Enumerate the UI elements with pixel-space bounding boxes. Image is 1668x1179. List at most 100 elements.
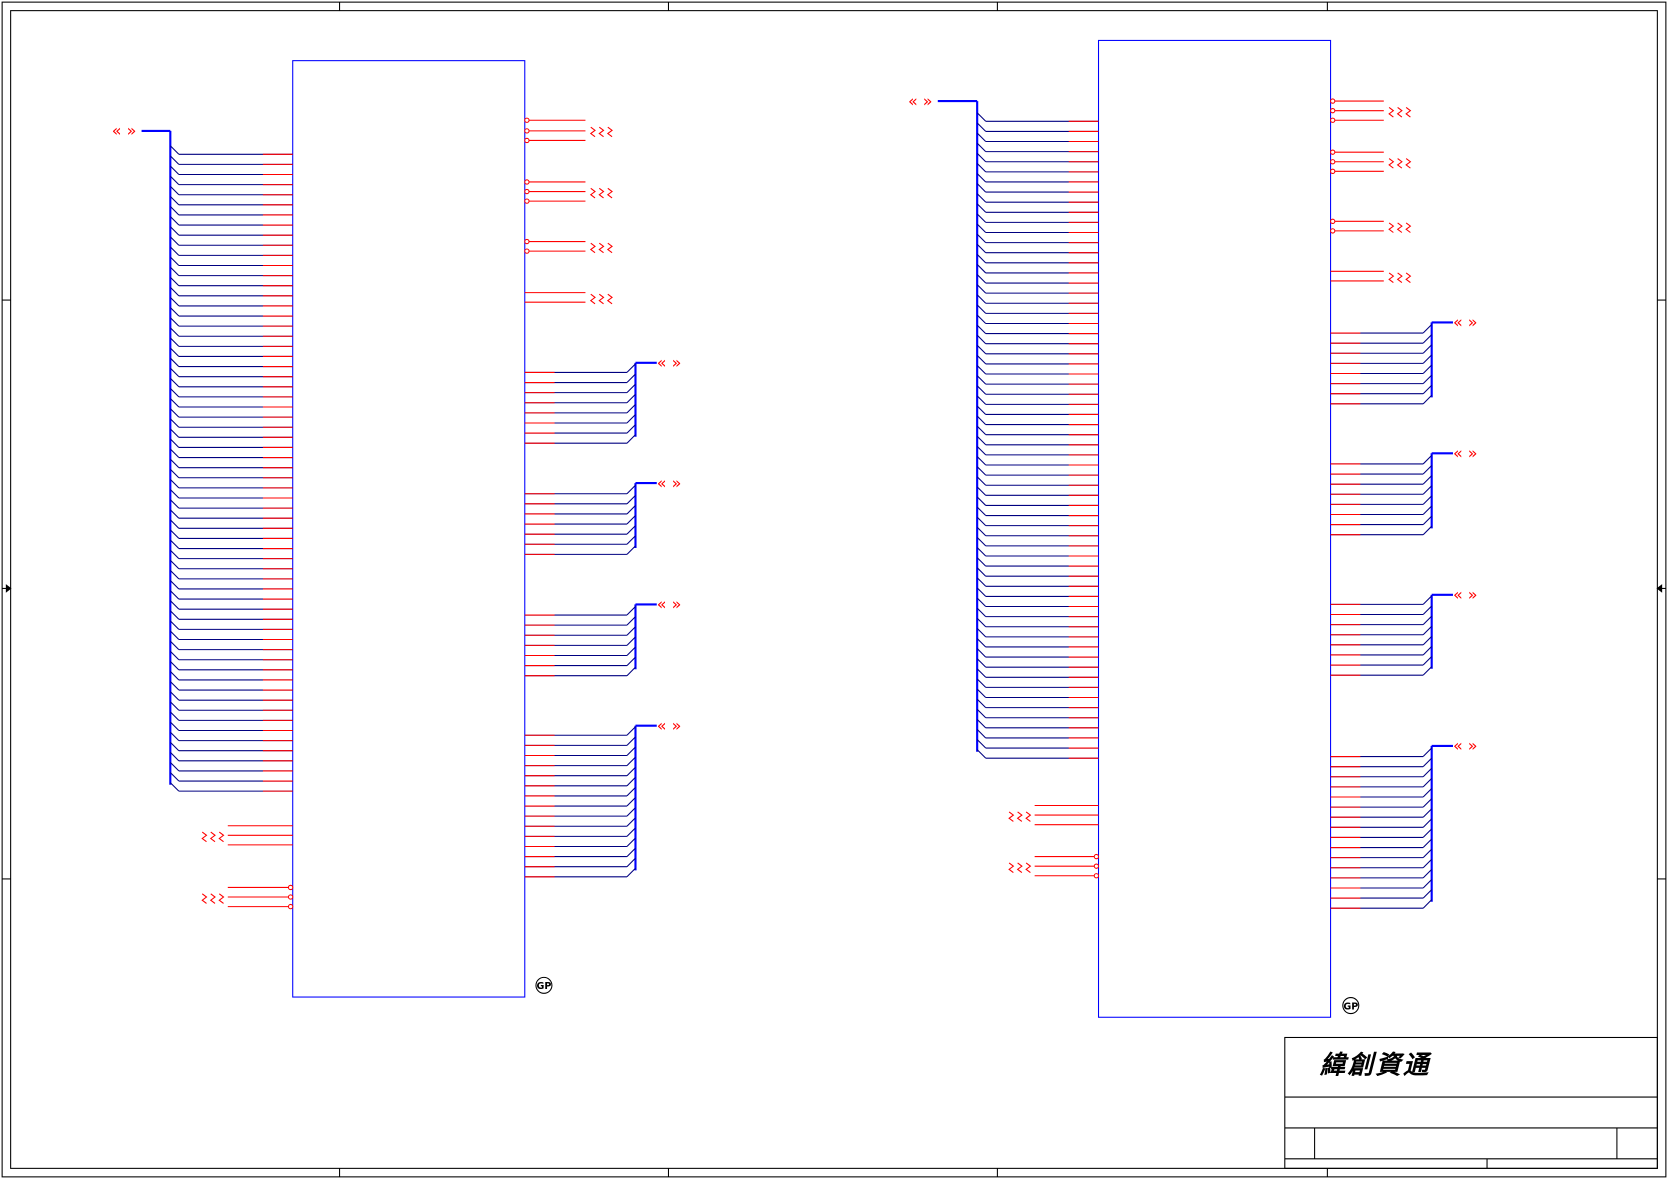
bus-entry	[1422, 808, 1433, 818]
bus-entry	[976, 415, 987, 425]
net-termination	[1008, 862, 1015, 873]
bus-entry	[626, 746, 636, 756]
bus-entry	[976, 314, 987, 324]
bus-entry	[976, 708, 987, 719]
bus-entry	[169, 650, 180, 661]
bus-entry	[976, 355, 987, 365]
bus-entry	[976, 446, 987, 456]
company-name: 緯創資通	[1319, 1051, 1433, 1081]
bus-entry	[976, 122, 987, 132]
bus-entry	[169, 539, 180, 549]
bus-entry	[169, 640, 180, 650]
bus-entry	[1422, 354, 1433, 364]
bus-entry	[976, 253, 987, 264]
bus-entry	[626, 726, 636, 736]
bus-entry	[976, 223, 987, 233]
bus-entry	[976, 193, 987, 203]
pin-bubble	[524, 117, 530, 123]
bus-entry	[626, 434, 636, 444]
bus-entry	[976, 274, 987, 284]
bus-entry	[169, 489, 180, 499]
bus-entry	[1422, 334, 1433, 344]
bus-entry	[1422, 666, 1433, 676]
bus-entry	[976, 486, 987, 496]
bus-entry	[976, 557, 987, 567]
bus-entry	[976, 142, 987, 153]
bus-entry	[169, 337, 180, 347]
pin-bubble	[1093, 873, 1100, 879]
pin-bubble	[524, 188, 530, 195]
ground-badge-left: GP	[535, 976, 553, 994]
bus-entry	[1422, 798, 1433, 808]
bus-entry	[976, 516, 987, 527]
bus-entry	[976, 112, 987, 122]
net-termination	[1405, 158, 1412, 169]
component-outline-right	[1097, 39, 1332, 1018]
bus-entry	[626, 494, 636, 505]
bus-entry	[169, 347, 180, 357]
bus-entry	[169, 478, 180, 489]
bus-entry	[976, 496, 987, 506]
bus-entry	[1422, 515, 1433, 525]
pin-bubble	[1330, 159, 1336, 165]
bus-entry	[169, 428, 180, 438]
bus-entry	[1422, 767, 1433, 778]
bus-entry	[626, 787, 636, 797]
bus-entry	[976, 456, 987, 466]
net-termination	[1388, 222, 1395, 233]
pin-bubble	[1330, 218, 1336, 224]
bus-entry	[1422, 828, 1433, 838]
bus-entry	[976, 173, 987, 183]
offpage-connector: « »	[657, 716, 682, 735]
bus-entry	[976, 132, 987, 142]
net-termination	[589, 242, 596, 254]
bus-entry	[1422, 324, 1433, 334]
net-termination	[1388, 158, 1395, 169]
net-termination	[1008, 811, 1015, 822]
bus-entry	[626, 616, 636, 626]
bus-entry	[169, 155, 180, 165]
bus-entry	[976, 567, 987, 577]
bus-entry	[976, 536, 987, 547]
offpage-connector: « »	[1453, 313, 1478, 332]
offpage-connector: « »	[657, 353, 682, 372]
bus-entry	[976, 466, 987, 476]
pin-bubble	[524, 137, 530, 144]
bus-entry	[169, 580, 180, 590]
bus-entry	[976, 739, 987, 749]
bus-entry	[1422, 465, 1433, 475]
bus-entry	[169, 408, 180, 418]
bus-entry	[976, 405, 987, 415]
offpage-connector: « »	[1453, 585, 1478, 604]
bus-entry	[626, 545, 636, 555]
net-termination	[598, 293, 605, 305]
pin-bubble	[287, 894, 294, 900]
bus-entry	[976, 597, 987, 607]
bus-entry	[1422, 595, 1433, 605]
bus-entry	[1422, 818, 1433, 828]
bus-entry	[626, 847, 636, 857]
bus-entry	[976, 365, 987, 375]
bus-entry	[626, 403, 636, 414]
pin-bubble	[1093, 863, 1100, 869]
bus-entry	[1422, 394, 1433, 405]
bus-entry	[169, 216, 180, 226]
bus-entry	[626, 817, 636, 827]
bus-entry	[169, 569, 180, 580]
bus-entry	[169, 772, 180, 782]
bus-entry	[976, 617, 987, 628]
bus-entry	[1422, 838, 1433, 848]
net-termination	[606, 293, 613, 305]
bus-entry	[626, 414, 636, 424]
bus-entry	[626, 776, 636, 787]
bus-entry	[626, 484, 636, 495]
bus-entry	[976, 375, 987, 385]
bus-entry	[1422, 788, 1433, 798]
bus-entry	[1422, 505, 1433, 515]
bus-entry	[1422, 364, 1433, 374]
bus-entry	[976, 526, 987, 537]
bus-entry	[169, 165, 180, 175]
offpage-connector: « »	[657, 473, 682, 492]
bus-entry	[169, 741, 180, 752]
pin-bubble	[524, 248, 530, 254]
